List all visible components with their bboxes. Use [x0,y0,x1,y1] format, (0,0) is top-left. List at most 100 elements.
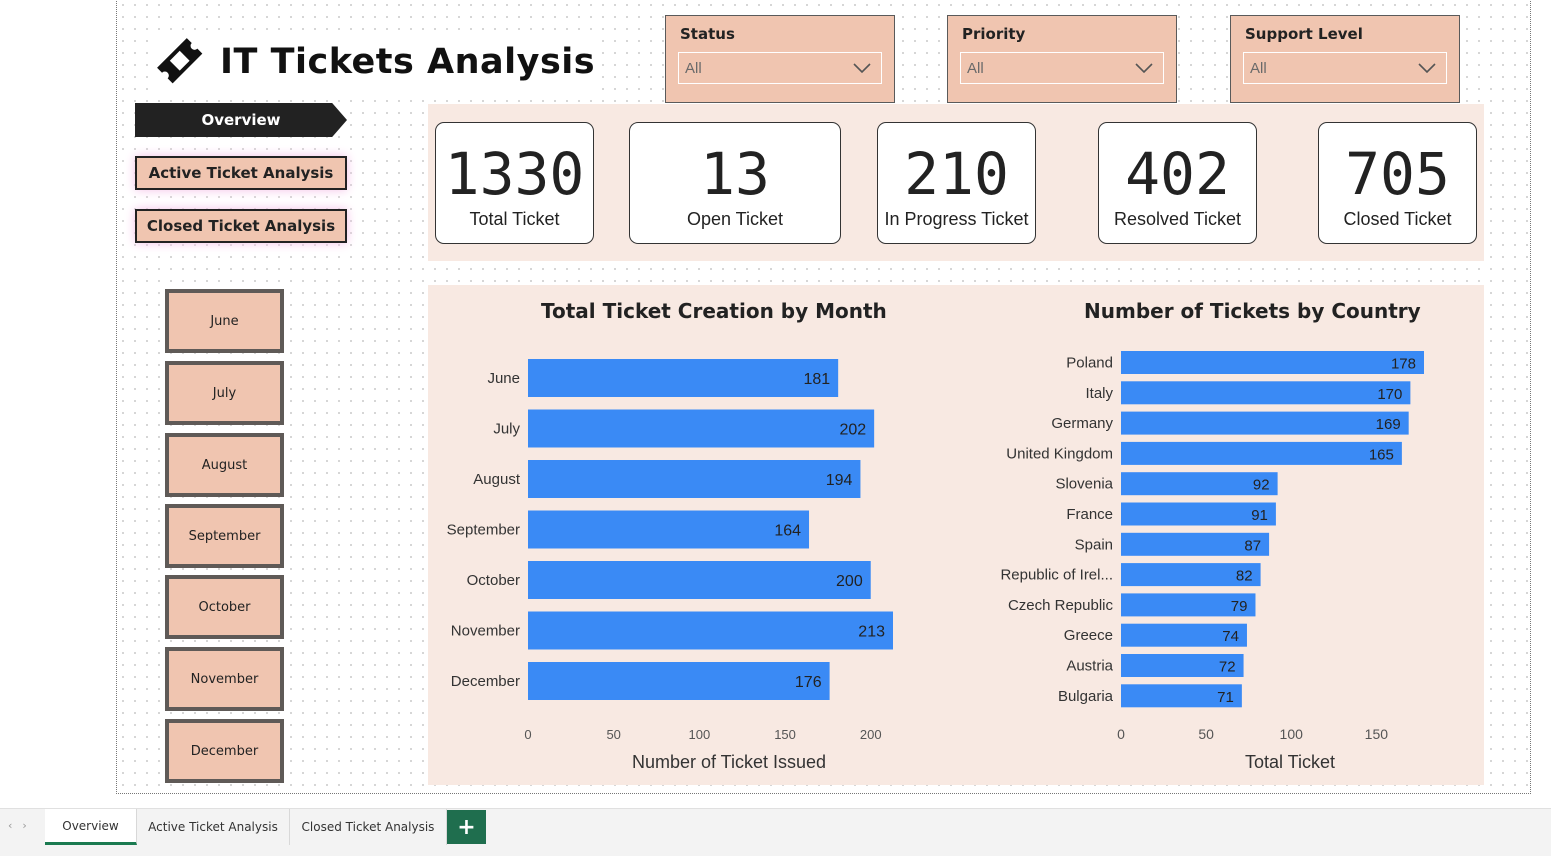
month-button-september[interactable]: September [165,504,284,568]
category-label: Spain [1075,536,1113,553]
tick-label: 150 [1365,726,1389,742]
category-label: Republic of Irel... [1000,567,1113,584]
data-label: 72 [1219,659,1236,676]
tick-label: 50 [1198,726,1214,742]
month-button-december[interactable]: December [165,719,284,783]
tick-label: 100 [1280,726,1304,742]
category-label: Germany [1051,415,1113,432]
category-label: June [487,370,520,387]
tick-label: 100 [689,727,711,742]
filter-label: Status [680,25,735,43]
bar [1121,351,1424,374]
status-filter[interactable]: Status All [665,15,895,103]
category-label: Slovenia [1055,476,1113,493]
data-label: 169 [1376,416,1401,433]
data-label: 178 [1391,356,1416,373]
category-label: Bulgaria [1058,688,1114,705]
kpi-card-resolved: 402 Resolved Ticket [1098,122,1257,244]
category-label: France [1066,506,1113,523]
kpi-value: 13 [700,140,770,208]
data-label: 92 [1253,477,1270,494]
page-tab-bar: ‹› Overview Active Ticket Analysis Close… [0,808,1551,856]
data-label: 213 [858,624,885,641]
bar [1121,381,1411,405]
data-label: 202 [839,422,866,439]
category-label: October [467,572,520,589]
month-button-november[interactable]: November [165,647,284,711]
dropdown-value: All [1250,59,1267,77]
data-label: 71 [1217,689,1234,706]
kpi-card-total: 1330 Total Ticket [435,122,594,244]
status-dropdown[interactable]: All [678,52,882,84]
month-button-october[interactable]: October [165,575,284,639]
priority-dropdown[interactable]: All [960,52,1164,84]
tick-label: 200 [860,727,882,742]
bar [528,611,893,650]
bar [528,460,861,498]
category-label: August [473,471,521,488]
add-page-button[interactable]: + [447,810,486,844]
bar [528,662,830,700]
dropdown-value: All [967,59,984,77]
support-level-filter[interactable]: Support Level All [1230,15,1460,103]
overview-nav-button[interactable]: Overview [135,103,347,137]
country-bar-chart: Poland 178 Italy 170 Germany 169 United Kingdo… [1000,351,1424,772]
category-label: Greece [1064,627,1113,644]
kpi-label: Resolved Ticket [1113,208,1242,229]
category-label: December [451,673,520,690]
chevron-down-icon [1418,63,1436,73]
category-label: Poland [1066,355,1113,372]
tick-label: 50 [606,727,620,742]
kpi-card-in-progress: 210 In Progress Ticket [877,122,1036,244]
data-label: 91 [1251,507,1268,524]
kpi-card-open: 13 Open Ticket [629,122,841,244]
bar [1121,411,1409,435]
category-label: July [493,421,520,438]
data-label: 74 [1222,628,1239,645]
data-label: 165 [1369,446,1394,463]
tick-label: 150 [774,727,796,742]
data-label: 200 [836,573,863,590]
month-bar-chart: June 181 July 202 August 194 September 164 Octob… [447,359,893,772]
tab-active-ticket-analysis[interactable]: Active Ticket Analysis [137,809,290,845]
month-button-august[interactable]: August [165,433,284,497]
data-label: 82 [1236,568,1253,585]
bar [528,409,875,448]
active-ticket-nav-button[interactable]: Active Ticket Analysis [135,156,347,190]
category-label: Czech Republic [1008,597,1114,614]
x-axis-label: Total Ticket [1245,752,1335,772]
closed-ticket-nav-button[interactable]: Closed Ticket Analysis [135,209,347,243]
data-label: 194 [826,472,853,489]
kpi-value: 210 [904,140,1009,208]
kpi-card-closed: 705 Closed Ticket [1318,122,1477,244]
month-button-july[interactable]: July [165,361,284,425]
tab-overview[interactable]: Overview [45,809,137,845]
filter-label: Priority [962,25,1026,43]
kpi-label: Closed Ticket [1343,208,1452,229]
category-label: Austria [1066,658,1113,675]
month-button-june[interactable]: June [165,289,284,353]
kpi-value: 705 [1345,140,1450,208]
data-label: 87 [1244,537,1261,554]
bar [1121,441,1402,465]
country-chart-title: Number of Tickets by Country [1084,299,1421,323]
tab-scroll-arrows-icon[interactable]: ‹› [8,819,37,832]
kpi-label: Open Ticket [686,208,784,229]
category-label: Italy [1085,385,1113,402]
data-label: 170 [1377,386,1402,403]
category-label: November [451,623,520,640]
data-label: 181 [803,371,830,388]
support-level-dropdown[interactable]: All [1243,52,1447,84]
tick-label: 0 [524,727,531,742]
priority-filter[interactable]: Priority All [947,15,1177,103]
filter-label: Support Level [1245,25,1363,43]
kpi-label: In Progress Ticket [884,208,1029,229]
tab-closed-ticket-analysis[interactable]: Closed Ticket Analysis [290,809,447,845]
data-label: 79 [1231,598,1248,615]
category-label: September [447,522,520,539]
tick-label: 0 [1117,726,1125,742]
month-chart-title: Total Ticket Creation by Month [541,299,887,323]
kpi-label: Total Ticket [469,208,560,229]
data-label: 176 [795,674,822,691]
kpi-value: 402 [1125,140,1230,208]
